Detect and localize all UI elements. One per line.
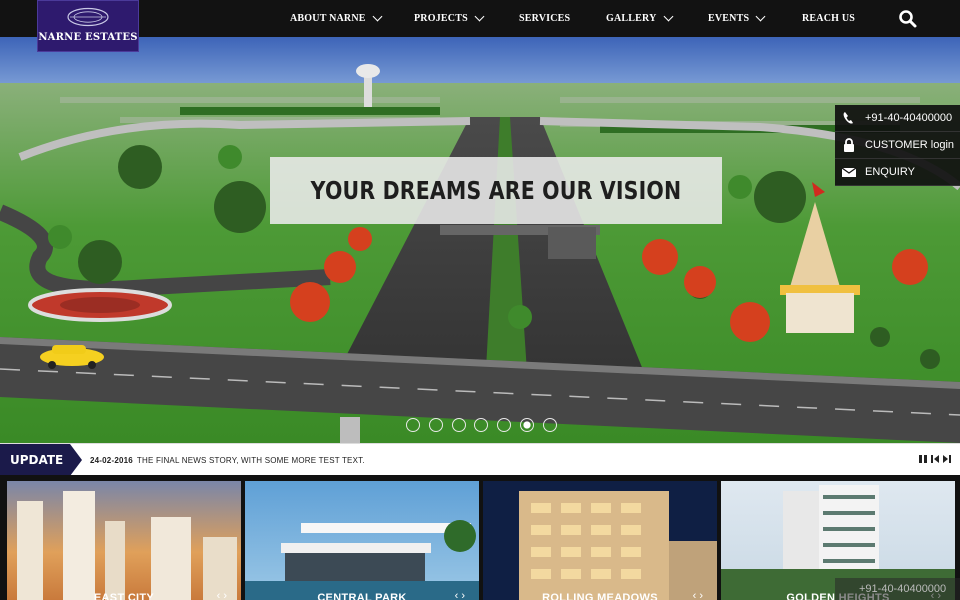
floating-phone-link[interactable]: +91-40-40400000 — [835, 578, 960, 600]
top-nav-bar: ABOUT NARNE PROJECTS SERVICES GALLERY EV… — [0, 0, 960, 37]
floating-phone-number: +91-40-40400000 — [859, 583, 947, 595]
project-title: EAST CITY — [93, 592, 155, 600]
nav-events[interactable]: EVENTS — [708, 0, 766, 37]
nav-projects-label: PROJECTS — [414, 13, 468, 24]
project-title: CENTRAL PARK — [317, 592, 407, 600]
card-arrows-icon: ‹ › — [454, 590, 465, 600]
slider-dot[interactable] — [497, 418, 512, 432]
customer-login-link[interactable]: CUSTOMER login — [835, 132, 960, 159]
project-card-rolling-meadows[interactable]: ROLLING MEADOWS ‹ › — [483, 481, 717, 600]
slider-dot[interactable] — [519, 418, 534, 432]
slider-dot[interactable] — [406, 418, 420, 432]
nav-about-narne-label: ABOUT NARNE — [290, 13, 366, 24]
phone-number: +91-40-40400000 — [865, 112, 953, 124]
page: ABOUT NARNE PROJECTS SERVICES GALLERY EV… — [0, 0, 960, 600]
central-park-image — [245, 481, 479, 600]
side-contact-panel: +91-40-40400000 CUSTOMER login ENQUIRY — [835, 105, 960, 186]
news-ticker: UPDATE 24-02-2016 THE FINAL NEWS STORY, … — [0, 443, 960, 476]
ticker-controls — [916, 454, 952, 464]
nav-projects[interactable]: PROJECTS — [414, 0, 485, 37]
east-city-image — [7, 481, 241, 600]
project-title: ROLLING MEADOWS — [542, 592, 658, 600]
hero-scene-image — [0, 37, 960, 443]
nav-services[interactable]: SERVICES — [519, 0, 570, 37]
news-date: 24-02-2016 — [90, 455, 133, 465]
narne-logo-mark-icon — [67, 7, 109, 27]
project-card-central-park[interactable]: CENTRAL PARK ‹ › — [245, 481, 479, 600]
update-tag: UPDATE — [0, 444, 82, 476]
slider-dot[interactable] — [474, 418, 489, 432]
hero-tagline-box: YOUR DREAMS ARE OUR VISION — [270, 157, 722, 224]
nav-gallery[interactable]: GALLERY — [606, 0, 673, 37]
card-arrows-icon: ‹ › — [216, 590, 227, 600]
phone-icon — [843, 112, 853, 124]
slider-dot[interactable] — [428, 418, 443, 432]
card-arrows-icon: ‹ › — [692, 590, 703, 600]
brand-name: NARNE ESTATES — [38, 32, 138, 43]
nav-reach-us-label: REACH US — [802, 13, 855, 24]
hero-tagline: YOUR DREAMS ARE OUR VISION — [310, 176, 682, 205]
lock-icon — [844, 138, 854, 152]
phone-link[interactable]: +91-40-40400000 — [835, 105, 960, 132]
mail-icon — [841, 167, 857, 177]
nav-gallery-label: GALLERY — [606, 13, 657, 24]
news-text: THE FINAL NEWS STORY, WITH SOME MORE TES… — [136, 455, 365, 465]
enquiry-link[interactable]: ENQUIRY — [835, 159, 960, 186]
rolling-meadows-image — [483, 481, 717, 600]
nav-about-narne[interactable]: ABOUT NARNE — [290, 0, 383, 37]
chevron-down-icon — [755, 11, 766, 22]
slider-pagination — [406, 418, 566, 432]
chevron-down-icon — [474, 11, 485, 22]
chevron-down-icon — [663, 11, 673, 22]
projects-strip: EAST CITY ‹ › CENTRAL PARK ‹ › ROLLING M… — [0, 475, 960, 600]
news-item[interactable]: 24-02-2016 THE FINAL NEWS STORY, WITH SO… — [90, 444, 365, 476]
slider-dot[interactable] — [542, 418, 557, 432]
nav-services-label: SERVICES — [519, 13, 571, 24]
search-icon[interactable] — [898, 9, 918, 29]
chevron-down-icon — [372, 11, 383, 22]
nav-events-label: EVENTS — [708, 13, 750, 24]
customer-login-label: CUSTOMER login — [865, 139, 955, 151]
pause-icon[interactable] — [918, 454, 928, 464]
project-card-east-city[interactable]: EAST CITY ‹ › — [7, 481, 241, 600]
slider-dot[interactable] — [451, 418, 466, 432]
brand-logo[interactable]: NARNE ESTATES — [37, 0, 139, 52]
next-icon[interactable] — [942, 454, 952, 464]
nav-reach-us[interactable]: REACH US — [802, 0, 855, 37]
enquiry-label: ENQUIRY — [865, 166, 915, 178]
previous-icon[interactable] — [930, 454, 940, 464]
hero-slider: YOUR DREAMS ARE OUR VISION — [0, 37, 960, 443]
